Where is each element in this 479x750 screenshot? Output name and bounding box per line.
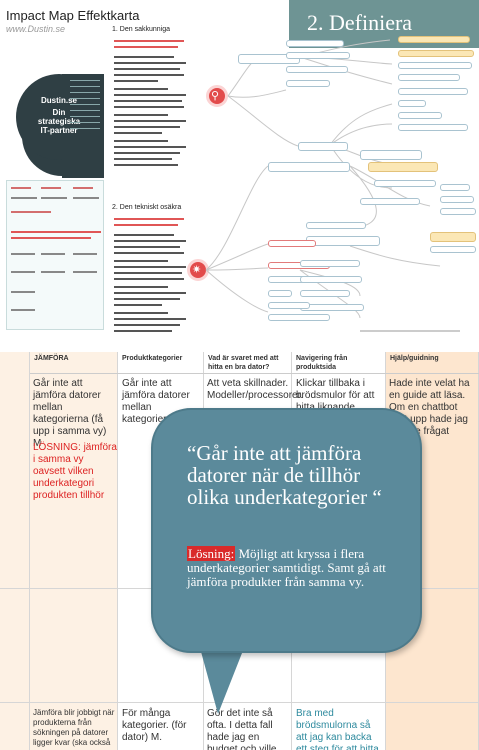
cell-jamfora: Går inte att jämföra datorer mellan kate…: [33, 378, 107, 449]
map-node: [398, 112, 442, 119]
map-node: [268, 290, 292, 297]
user-quote: “Går inte att jämföra datorer när de til…: [187, 441, 382, 509]
cell-jamfora-solution: LÖSNING: jämföra i samma vy oavsett vilk…: [33, 442, 117, 501]
map-node: [398, 88, 468, 95]
map-node: [398, 124, 468, 131]
map-node: [440, 196, 474, 203]
solution-text: Lösning: Möjligt att kryssa i flera unde…: [187, 546, 387, 589]
map-node: [286, 40, 344, 47]
map-node: [286, 80, 330, 87]
bubble-tail: [200, 648, 244, 714]
header-hjalp: Hjälp/guidning: [386, 352, 479, 374]
map-node: [286, 66, 348, 73]
map-node: [306, 236, 380, 246]
map-node: [286, 52, 350, 59]
solution-label: Lösning:: [187, 546, 236, 561]
map-node: [430, 246, 476, 253]
map-node: [360, 150, 422, 160]
map-node: [306, 222, 366, 229]
cell-svar: Att veta skillnader. Modeller/processore…: [207, 378, 304, 401]
map-node: [268, 162, 350, 172]
header-produktkategorier: Produktkategorier: [118, 352, 204, 374]
map-node: [298, 142, 348, 151]
map-node: [268, 302, 310, 309]
header-svar: Vad är svaret med att hitta en bra dator…: [204, 352, 292, 374]
map-node: [398, 50, 474, 57]
cell-produkt-row3: För många kategorier. (för dator) M.: [122, 708, 187, 743]
map-node: [398, 74, 460, 81]
map-node: [374, 180, 436, 187]
slide-footer: [360, 330, 460, 332]
map-node: [360, 198, 420, 205]
map-node: [300, 276, 362, 283]
map-node: [398, 100, 426, 107]
cell-jamfora-row3: Jämföra blir jobbigt när produkterna frå…: [33, 708, 115, 747]
header-jamfora: JÄMFÖRA: [30, 352, 118, 374]
map-node: [268, 314, 330, 321]
map-node: [300, 290, 350, 297]
map-node: [268, 240, 316, 247]
cell-svar-row3: Gör det inte så ofta. I detta fall hade …: [207, 708, 277, 750]
map-node: [430, 232, 476, 242]
impact-map-slide: Impact Map Effektkarta www.Dustin.se 2. …: [0, 0, 479, 340]
map-node: [300, 260, 360, 267]
map-node: [398, 36, 470, 43]
map-node: [398, 62, 472, 69]
map-node: [440, 184, 470, 191]
sheet-col-0: [0, 352, 30, 750]
map-node: [368, 162, 438, 172]
cell-navigering-row3: Bra med brödsmulorna så att jag kan back…: [296, 708, 379, 750]
header-navigering: Navigering från produktsida: [292, 352, 386, 374]
map-node: [440, 208, 476, 215]
